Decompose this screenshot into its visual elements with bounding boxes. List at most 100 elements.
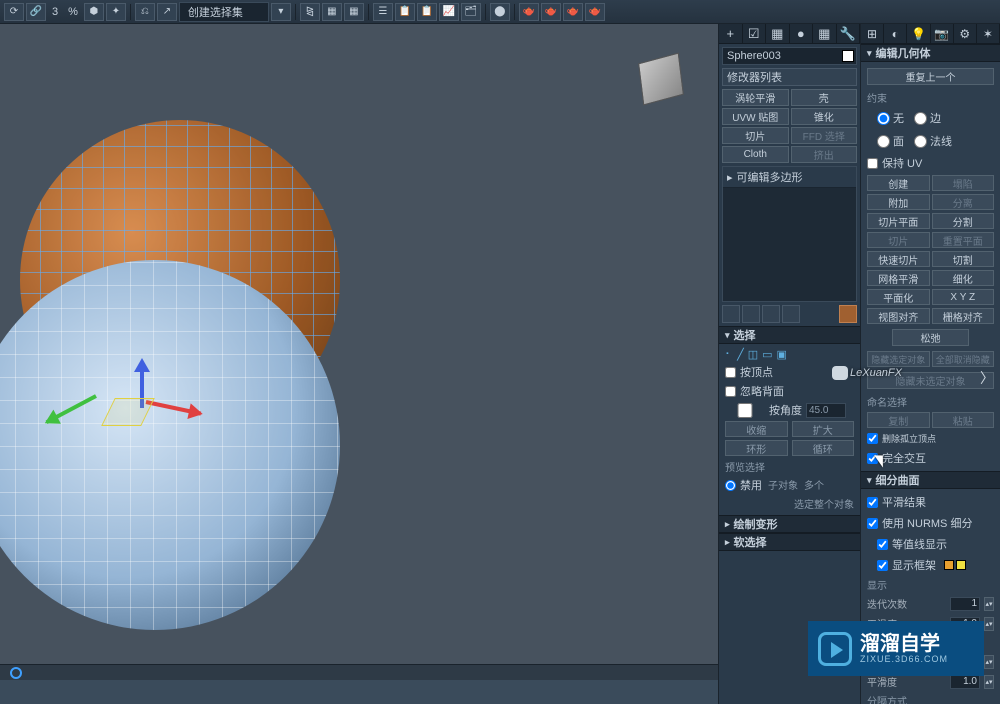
use-nurms-check[interactable] (867, 518, 878, 529)
stack-item[interactable]: ▸可编辑多边形 (723, 167, 856, 188)
toolbar-btn[interactable]: 🫖 (563, 3, 583, 21)
schematic-btn[interactable]: 🗂 (461, 3, 481, 21)
remove-mod-btn[interactable] (782, 305, 800, 323)
modifier-list-dropdown[interactable]: 修改器列表 (722, 68, 857, 86)
render-frame-btn[interactable]: 🫖 (541, 3, 561, 21)
toolbar-btn[interactable]: 📋 (417, 3, 437, 21)
render-smooth-spinner[interactable]: 1.0 (950, 675, 980, 689)
unhide-all-btn[interactable]: 全部取消隐藏 (932, 351, 995, 367)
tab-create[interactable]: + (719, 24, 743, 43)
preview-off-radio[interactable]: 禁用 (725, 477, 762, 493)
isoline-display-check[interactable] (877, 539, 888, 550)
paste-btn[interactable]: 粘贴 (932, 412, 995, 428)
by-angle-check[interactable]: 按角度 (725, 402, 802, 418)
mod-cloth[interactable]: Cloth (722, 146, 789, 163)
make-unique-btn[interactable] (762, 305, 780, 323)
configure-sets-btn[interactable] (839, 305, 857, 323)
mod-ffd[interactable]: FFD 选择 (791, 127, 858, 144)
mod-extrude[interactable]: 挤出 (791, 146, 858, 163)
gizmo-xy-plane[interactable] (101, 398, 155, 426)
toolbar-btn[interactable]: ⎌ (135, 3, 155, 21)
render-btn[interactable]: 🫖 (585, 3, 605, 21)
delete-iso-check[interactable] (867, 433, 878, 444)
iterations-spinner[interactable]: 1 (950, 597, 980, 611)
msmooth-btn[interactable]: 网格平滑 (867, 270, 930, 286)
toolbar-btn[interactable]: 📋 (395, 3, 415, 21)
shrink-btn[interactable]: 收缩 (725, 421, 788, 437)
tab-utilities[interactable]: 🔧 (837, 24, 861, 43)
mod-turbosmooth[interactable]: 涡轮平滑 (722, 89, 789, 106)
spinner-arrows[interactable]: ▴▾ (984, 675, 994, 689)
move-gizmo[interactable] (96, 364, 236, 444)
toolbar-btn[interactable]: 🔗 (26, 3, 46, 21)
mod-shell[interactable]: 壳 (791, 89, 858, 106)
subobj-element-icon[interactable]: ▣ (777, 348, 787, 361)
preserve-uv-check[interactable] (867, 158, 878, 169)
viewport[interactable] (0, 24, 718, 680)
subobj-poly-icon[interactable]: ▭ (762, 348, 772, 361)
curve-editor-btn[interactable]: 📈 (439, 3, 459, 21)
mirror-btn[interactable]: ⧎ (300, 3, 320, 21)
split-btn[interactable]: 分割 (932, 213, 995, 229)
detach-btn[interactable]: 分离 (932, 194, 995, 210)
object-name-field[interactable]: Sphere003 (722, 47, 857, 65)
geom-tab[interactable]: 📷 (931, 24, 954, 43)
toolbar-btn[interactable]: ⬢ (84, 3, 104, 21)
grow-btn[interactable]: 扩大 (792, 421, 855, 437)
copy-btn[interactable]: 复制 (867, 412, 930, 428)
repeat-last-btn[interactable]: 重复上一个 (867, 68, 994, 85)
time-slider-head[interactable] (10, 667, 22, 679)
toolbar-btn[interactable]: ▦ (344, 3, 364, 21)
subobj-vertex-icon[interactable]: ⠂ (725, 348, 733, 361)
spinner-arrows[interactable]: ▴▾ (984, 655, 994, 669)
rollout-subdivision[interactable]: 细分曲面 (861, 471, 1000, 489)
attach-btn[interactable]: 附加 (867, 194, 930, 210)
mod-uvwmap[interactable]: UVW 贴图 (722, 108, 789, 125)
slice-plane-btn[interactable]: 切片平面 (867, 213, 930, 229)
hide-selected-btn[interactable]: 隐藏选定对象 (867, 351, 930, 367)
material-editor-btn[interactable]: ⬤ (490, 3, 510, 21)
cut-btn[interactable]: 切割 (932, 251, 995, 267)
rollout-selection[interactable]: 选择 (719, 326, 860, 344)
ignore-backfacing-check[interactable]: 忽略背面 (725, 383, 854, 399)
toolbar-btn[interactable]: ▾ (271, 3, 291, 21)
tab-display[interactable]: ▦ (813, 24, 837, 43)
constraint-face[interactable]: 面 (877, 133, 904, 149)
make-planar-btn[interactable]: 平面化 (867, 289, 930, 305)
subobj-edge-icon[interactable]: ╱ (737, 348, 744, 361)
collapse-btn[interactable]: 塌陷 (932, 175, 995, 191)
constraint-none[interactable]: 无 (877, 110, 904, 126)
rollout-soft-selection[interactable]: 软选择 (719, 533, 860, 551)
xyz-btn[interactable]: X Y Z (932, 289, 995, 305)
viewcube[interactable] (640, 58, 688, 106)
by-vertex-check[interactable]: 按顶点 (725, 364, 854, 380)
show-cage-check[interactable] (877, 560, 888, 571)
angle-spinner[interactable] (806, 403, 846, 418)
geom-tab[interactable]: ✶ (977, 24, 1000, 43)
loop-btn[interactable]: 循环 (792, 440, 855, 456)
quickslice-btn[interactable]: 快速切片 (867, 251, 930, 267)
time-slider[interactable] (0, 664, 718, 680)
slice-btn[interactable]: 切片 (867, 232, 930, 248)
tessellate-btn[interactable]: 细化 (932, 270, 995, 286)
mod-slice[interactable]: 切片 (722, 127, 789, 144)
toolbar-btn[interactable]: ↗ (157, 3, 177, 21)
geom-tab[interactable]: ◐ (884, 24, 907, 43)
ring-btn[interactable]: 环形 (725, 440, 788, 456)
grid-align-btn[interactable]: 栅格对齐 (932, 308, 995, 324)
object-color-swatch[interactable] (842, 50, 854, 62)
pin-stack-btn[interactable] (722, 305, 740, 323)
geom-tab[interactable]: 💡 (907, 24, 930, 43)
geom-tab[interactable]: ⚙ (954, 24, 977, 43)
modifier-stack[interactable]: ▸可编辑多边形 (722, 166, 857, 302)
hide-unselected-btn[interactable]: 隐藏未选定对象 (867, 372, 994, 389)
constraint-normal[interactable]: 法线 (914, 133, 952, 149)
show-end-result-btn[interactable] (742, 305, 760, 323)
spinner-arrows[interactable]: ▴▾ (984, 597, 994, 611)
gizmo-x-axis[interactable] (146, 400, 202, 416)
layers-btn[interactable]: ☰ (373, 3, 393, 21)
view-align-btn[interactable]: 视图对齐 (867, 308, 930, 324)
smooth-result-check[interactable] (867, 497, 878, 508)
reset-plane-btn[interactable]: 重置平面 (932, 232, 995, 248)
geom-tab[interactable]: ⊞ (861, 24, 884, 43)
